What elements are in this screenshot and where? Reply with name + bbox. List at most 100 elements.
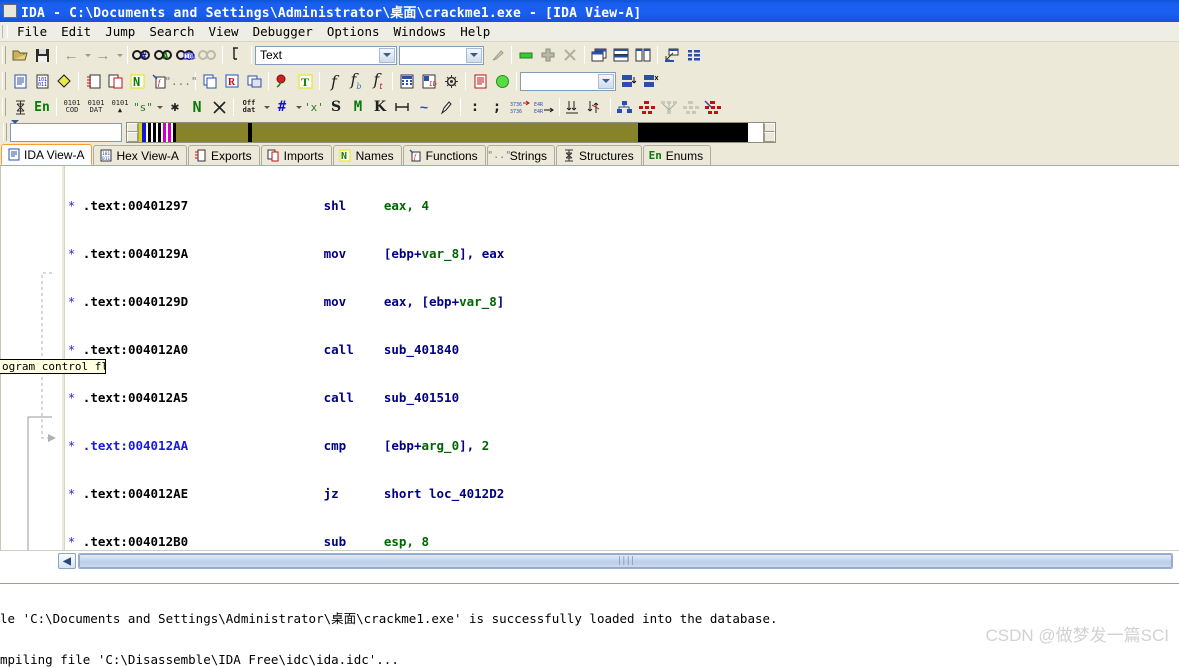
string-quote-icon[interactable]: "s" [132, 97, 154, 118]
search-sequence-icon[interactable]: 101 [175, 45, 197, 66]
stack-s-icon[interactable]: S [325, 97, 347, 118]
colon-icon[interactable]: : [464, 97, 486, 118]
offset-dropdown-icon[interactable] [261, 97, 271, 118]
tab-imports[interactable]: Imports [260, 145, 332, 165]
undefine-x-icon[interactable] [208, 97, 230, 118]
enum-en-icon[interactable]: En [31, 97, 53, 118]
tab-enums[interactable]: En Enums [642, 145, 712, 165]
x-variable-icon[interactable]: 'x' [303, 97, 325, 118]
toolbar-grip[interactable] [2, 98, 6, 116]
menu-item-options[interactable]: Options [320, 23, 387, 40]
names-icon[interactable]: N [126, 71, 148, 92]
menu-item-file[interactable]: File [10, 23, 54, 40]
code-line[interactable]: * .text:004012A0 call sub_401840 [0, 342, 1179, 358]
string-dropdown-icon[interactable] [154, 97, 164, 118]
convert2-icon[interactable]: E4R E4R [532, 97, 556, 118]
graph-xrefs-icon[interactable] [702, 97, 724, 118]
step-over-icon[interactable] [640, 71, 662, 92]
hscroll-track[interactable]: |||| [78, 553, 1173, 569]
strings-icon[interactable]: "..." [164, 71, 197, 92]
chevron-down-icon[interactable] [379, 47, 395, 63]
code-0101-icon[interactable]: 0101 COD [60, 97, 84, 118]
save-icon[interactable] [31, 45, 53, 66]
stack-icon[interactable] [243, 71, 265, 92]
forward-arrow-icon[interactable]: → [92, 45, 114, 66]
tile-horizontal-icon[interactable] [610, 45, 632, 66]
menu-item-edit[interactable]: Edit [54, 23, 98, 40]
toolbar-grip[interactable] [3, 123, 7, 141]
toolbar-grip[interactable] [2, 72, 6, 90]
jump-address-combo[interactable] [520, 71, 616, 91]
tab-functions[interactable]: f Functions [402, 145, 486, 165]
tab-hex-view-a[interactable]: 101 011 Hex View-A [93, 145, 187, 165]
menu-item-windows[interactable]: Windows [387, 23, 454, 40]
pencil-icon[interactable] [435, 97, 457, 118]
struct-0101-icon[interactable]: 0101 ▲ [108, 97, 132, 118]
navband-overview[interactable] [139, 122, 763, 142]
toolbar-grip[interactable] [2, 46, 6, 64]
back-arrow-icon[interactable]: ← [60, 45, 82, 66]
document-icon[interactable] [9, 71, 31, 92]
flow-cross-icon[interactable] [585, 97, 607, 118]
code-line[interactable]: * .text:004012B0 sub esp, 8 [0, 534, 1179, 550]
range-icon[interactable] [391, 97, 413, 118]
code-line[interactable]: * .text:004012AE jz short loc_4012D2 [0, 486, 1179, 502]
manual-m-icon[interactable]: M [347, 97, 369, 118]
back-dropdown-icon[interactable] [82, 45, 92, 66]
disassembly-hscrollbar[interactable]: ◀ |||| [0, 551, 1179, 571]
code-line[interactable]: * .text:00401297 shl eax, 4 [0, 198, 1179, 214]
navband-right-buttons[interactable] [763, 122, 775, 142]
k-icon[interactable]: K [369, 97, 391, 118]
search-type-combo[interactable]: Text [255, 45, 397, 65]
convert-icon[interactable]: 3736 3736 [508, 97, 532, 118]
menu-item-debugger[interactable]: Debugger [246, 23, 320, 40]
tile-vertical-icon[interactable] [632, 45, 654, 66]
search-value-combo[interactable] [399, 45, 484, 65]
hex-icon[interactable]: 101 011 [31, 71, 53, 92]
tab-exports[interactable]: Exports [187, 145, 260, 165]
hash-dropdown-icon[interactable] [293, 97, 303, 118]
asterisk-icon[interactable]: ✱ [164, 97, 186, 118]
step-into-icon[interactable] [618, 71, 640, 92]
graph-red-icon[interactable] [636, 97, 658, 118]
chevron-down-icon[interactable] [466, 47, 482, 63]
menu-item-jump[interactable]: Jump [98, 23, 142, 40]
calculator-icon[interactable] [396, 71, 418, 92]
code-line[interactable]: * .text:0040129A mov [ebp+var_8], eax [0, 246, 1179, 262]
script-icon[interactable]: IDC [418, 71, 440, 92]
hash-icon[interactable]: # [271, 97, 293, 118]
open-folder-icon[interactable] [9, 45, 31, 66]
jump-to-icon[interactable] [226, 45, 248, 66]
tilde-icon[interactable]: ~ [413, 97, 435, 118]
copy-icon[interactable] [199, 71, 221, 92]
text-marker-icon[interactable]: T [294, 71, 316, 92]
search-binary-icon[interactable]: # [131, 45, 153, 66]
search-again-icon[interactable] [197, 45, 219, 66]
menu-item-view[interactable]: View [201, 23, 245, 40]
diamond-icon[interactable] [53, 71, 75, 92]
breakpoint-icon[interactable] [272, 71, 294, 92]
semicolon-icon[interactable]: ; [486, 97, 508, 118]
disassembly-code[interactable]: * .text:00401297 shl eax, 4 * .text:0040… [0, 166, 1179, 550]
hscroll-thumb[interactable]: |||| [79, 554, 1172, 568]
graph-gray-icon[interactable] [680, 97, 702, 118]
navigation-band[interactable] [126, 121, 776, 143]
data-0101-icon[interactable]: 0101 DAT [84, 97, 108, 118]
tab-ida-view-a[interactable]: IDA View-A [1, 144, 93, 165]
minus-icon[interactable] [515, 45, 537, 66]
tab-names[interactable]: N Names [332, 145, 402, 165]
hscroll-left-button[interactable]: ◀ [58, 553, 76, 569]
menu-item-help[interactable]: Help [453, 23, 497, 40]
func-f-icon[interactable]: f [323, 71, 345, 92]
code-line[interactable]: * .text:004012A5 call sub_401510 [0, 390, 1179, 406]
struct-icon[interactable] [82, 71, 104, 92]
structure-icon[interactable] [9, 97, 31, 118]
cascade-icon[interactable] [588, 45, 610, 66]
tab-strings[interactable]: ".." Strings [486, 145, 556, 165]
rename-icon[interactable]: R [221, 71, 243, 92]
menu-item-search[interactable]: Search [142, 23, 201, 40]
navigation-combo[interactable] [10, 119, 122, 142]
run-green-icon[interactable] [491, 71, 513, 92]
names-n-icon[interactable]: N [186, 97, 208, 118]
tab-structures[interactable]: Structures [556, 145, 642, 165]
